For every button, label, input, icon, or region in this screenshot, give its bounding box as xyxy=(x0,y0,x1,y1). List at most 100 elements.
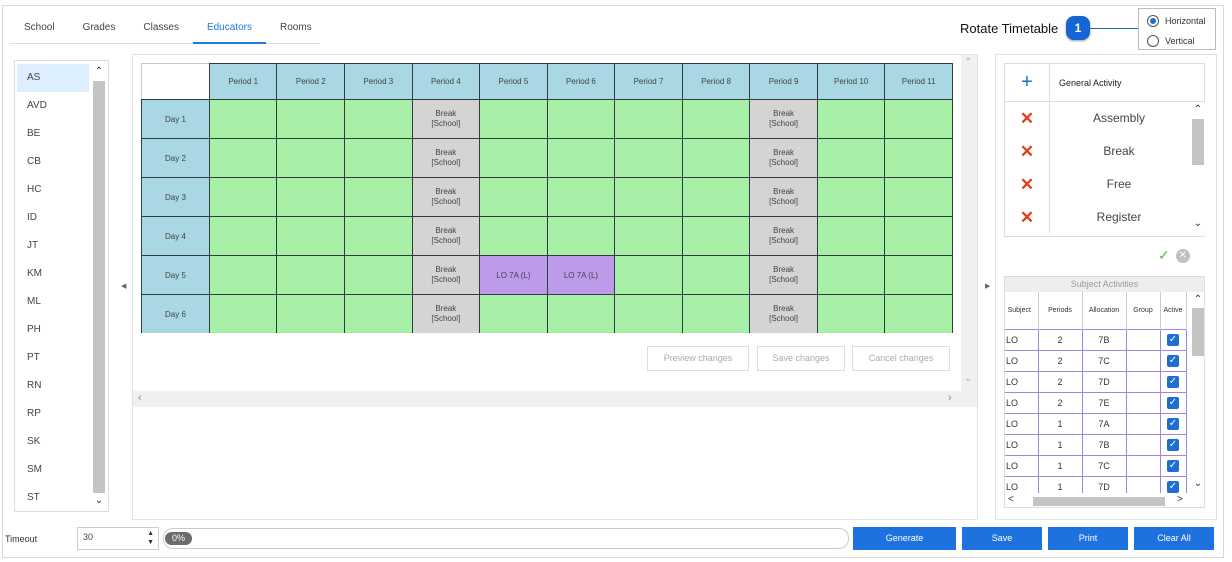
active-checkbox[interactable]: ✓ xyxy=(1167,459,1179,472)
delete-icon[interactable]: ✕ xyxy=(1020,208,1034,228)
timetable-cell-empty[interactable] xyxy=(884,216,953,256)
timetable-cell-empty[interactable] xyxy=(884,294,953,333)
timetable-cell-empty[interactable] xyxy=(614,294,683,333)
timetable-cell-break[interactable]: Break [School] xyxy=(749,138,818,178)
activity-name[interactable]: Assembly xyxy=(1050,102,1204,135)
timetable-cell-empty[interactable] xyxy=(614,177,683,217)
scrollbar-thumb[interactable] xyxy=(1033,497,1165,506)
delete-icon[interactable]: ✕ xyxy=(1020,142,1034,162)
save-changes-button[interactable]: Save changes xyxy=(757,346,845,371)
activity-row[interactable]: ✕ Register xyxy=(1005,201,1204,234)
timetable-cell-empty[interactable] xyxy=(276,255,346,295)
timetable-cell-lesson[interactable]: LO 7A (L) xyxy=(479,255,548,295)
radio-vertical[interactable]: Vertical xyxy=(1147,32,1215,49)
table-row[interactable]: LO 2 7C ✓ xyxy=(1005,349,1187,372)
timetable-cell-break[interactable]: Break [School] xyxy=(411,99,481,139)
subject-activities-vscrollbar[interactable]: ⌃ ⌄ xyxy=(1190,292,1204,493)
cancel-changes-button[interactable]: Cancel changes xyxy=(852,346,950,371)
activity-name[interactable]: Free xyxy=(1050,168,1204,201)
timetable-cell-empty[interactable] xyxy=(479,177,548,217)
chevron-left-icon[interactable]: < xyxy=(1008,494,1014,505)
activity-name[interactable]: Register xyxy=(1050,201,1204,234)
delete-icon[interactable]: ✕ xyxy=(1020,175,1034,195)
educator-item[interactable]: HC xyxy=(17,176,89,204)
radio-horizontal-circle[interactable] xyxy=(1147,14,1159,27)
timetable-cell-empty[interactable] xyxy=(816,138,886,178)
table-row[interactable]: LO 2 7B ✓ xyxy=(1005,328,1187,351)
educator-list-scrollbar[interactable]: ⌃ ⌄ xyxy=(91,63,107,509)
timetable-cell-empty[interactable] xyxy=(208,294,278,333)
active-checkbox[interactable]: ✓ xyxy=(1167,354,1179,367)
chevron-down-icon[interactable]: ⌄ xyxy=(1190,478,1204,489)
tab-school[interactable]: School xyxy=(10,14,69,44)
chevron-up-icon[interactable]: ⌃ xyxy=(1190,294,1204,305)
timetable-cell-break[interactable]: Break [School] xyxy=(749,99,818,139)
collapse-right-icon[interactable]: ▶ xyxy=(985,282,990,290)
radio-horizontal[interactable]: Horizontal xyxy=(1147,12,1215,29)
column-header[interactable]: Subject xyxy=(1005,292,1039,329)
timetable-cell-empty[interactable] xyxy=(614,99,683,139)
timetable-cell-empty[interactable] xyxy=(344,294,413,333)
timetable-cell-break[interactable]: Break [School] xyxy=(411,255,481,295)
column-header[interactable]: Periods xyxy=(1038,292,1083,329)
tab-grades[interactable]: Grades xyxy=(69,14,130,44)
tab-rooms[interactable]: Rooms xyxy=(266,14,326,44)
tab-classes[interactable]: Classes xyxy=(129,14,193,44)
check-icon[interactable]: ✓ xyxy=(1158,247,1170,264)
chevron-up-icon[interactable]: ⌃ xyxy=(1190,104,1206,115)
timetable-cell-empty[interactable] xyxy=(546,99,616,139)
timetable-cell-empty[interactable] xyxy=(681,255,751,295)
educator-item[interactable]: ID xyxy=(17,204,89,232)
scrollbar-thumb[interactable] xyxy=(93,81,105,493)
timetable-cell-empty[interactable] xyxy=(546,294,616,333)
tab-educators[interactable]: Educators xyxy=(192,14,266,44)
timetable-cell-empty[interactable] xyxy=(208,216,278,256)
chevron-down-icon[interactable]: ⌄ xyxy=(91,495,107,506)
active-checkbox[interactable]: ✓ xyxy=(1167,438,1179,451)
educator-item[interactable]: SK xyxy=(17,428,89,456)
table-row[interactable]: LO 1 7A ✓ xyxy=(1005,412,1187,435)
timeout-stepper[interactable]: 30 ▲ ▼ xyxy=(77,527,159,550)
timetable-cell-empty[interactable] xyxy=(208,99,278,139)
close-icon[interactable]: ✕ xyxy=(1175,248,1190,263)
timetable-cell-empty[interactable] xyxy=(276,177,346,217)
timetable-cell-empty[interactable] xyxy=(344,99,413,139)
scrollbar-thumb[interactable] xyxy=(1192,308,1204,356)
chevron-down-icon[interactable]: ⌄ xyxy=(964,373,972,384)
timetable-cell-empty[interactable] xyxy=(479,138,548,178)
active-checkbox[interactable]: ✓ xyxy=(1167,396,1179,409)
timetable-cell-empty[interactable] xyxy=(884,177,953,217)
timetable-cell-empty[interactable] xyxy=(344,138,413,178)
timetable-cell-empty[interactable] xyxy=(546,138,616,178)
save-button[interactable]: Save xyxy=(962,527,1042,550)
chevron-right-icon[interactable]: › xyxy=(948,392,952,404)
active-checkbox[interactable]: ✓ xyxy=(1167,375,1179,388)
radio-vertical-circle[interactable] xyxy=(1147,34,1159,47)
timetable-hscrollbar[interactable]: ‹ › xyxy=(133,391,961,407)
timetable-cell-empty[interactable] xyxy=(681,294,751,333)
subject-activities-hscrollbar[interactable]: < > xyxy=(1005,493,1190,507)
timetable-cell-empty[interactable] xyxy=(614,255,683,295)
column-header[interactable]: Allocation xyxy=(1082,292,1127,329)
educator-item[interactable]: RP xyxy=(17,400,89,428)
timetable-cell-empty[interactable] xyxy=(208,255,278,295)
timetable-cell-empty[interactable] xyxy=(614,138,683,178)
plus-icon[interactable]: + xyxy=(1021,71,1033,94)
activity-row[interactable]: ✕ Break xyxy=(1005,135,1204,168)
timetable-cell-break[interactable]: Break [School] xyxy=(749,216,818,256)
chevron-up-icon[interactable]: ⌃ xyxy=(91,66,107,77)
timetable-cell-empty[interactable] xyxy=(816,294,886,333)
timetable-cell-empty[interactable] xyxy=(276,294,346,333)
timetable-cell-empty[interactable] xyxy=(681,177,751,217)
timetable-cell-empty[interactable] xyxy=(681,216,751,256)
print-button[interactable]: Print xyxy=(1048,527,1128,550)
timetable-cell-break[interactable]: Break [School] xyxy=(411,216,481,256)
collapse-left-icon[interactable]: ◀ xyxy=(121,282,126,290)
timetable-cell-empty[interactable] xyxy=(816,99,886,139)
stepper-arrows-icon[interactable]: ▲ ▼ xyxy=(147,529,154,547)
scrollbar-thumb[interactable] xyxy=(1192,119,1204,165)
timetable-cell-empty[interactable] xyxy=(276,138,346,178)
timetable-cell-empty[interactable] xyxy=(681,99,751,139)
column-header[interactable]: Group xyxy=(1126,292,1161,329)
timetable-cell-empty[interactable] xyxy=(479,216,548,256)
